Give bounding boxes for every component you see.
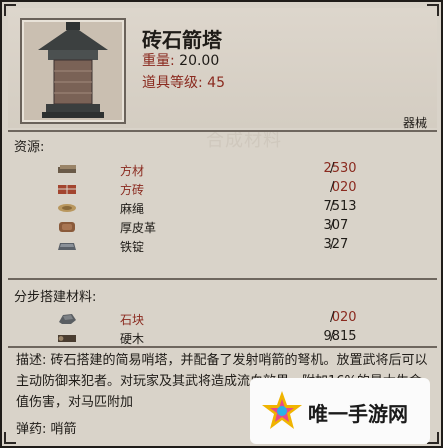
ammo-line: 弹药: 哨箭 — [16, 418, 77, 437]
watermark-badge: 唯一手游网 — [250, 378, 430, 444]
item-name: 砖石箭塔 — [142, 28, 222, 52]
timber-icon — [57, 162, 77, 176]
watchtower-icon — [24, 22, 122, 120]
level-label: 道具等级: — [142, 75, 203, 91]
resource-row: 方砖 0/20 — [2, 179, 443, 199]
iron-ingot-icon — [57, 238, 77, 252]
level-value: 45 — [207, 75, 225, 91]
section-divider — [8, 346, 437, 348]
resource-row: 方材 25/30 — [2, 160, 443, 180]
build-material-name: 硬木 — [120, 332, 145, 346]
build-material-need: 15 — [340, 329, 357, 344]
resource-separator: / — [330, 237, 335, 252]
leather-icon — [57, 219, 77, 233]
watermark-site-name: 唯一手游网 — [308, 402, 408, 426]
site-logo-icon — [262, 391, 302, 429]
resource-need: 13 — [340, 199, 357, 214]
description-label: 描述: — [16, 353, 47, 368]
resource-name: 方砖 — [120, 183, 145, 197]
resource-row: 麻绳 75/13 — [2, 198, 443, 218]
build-materials-title: 分步搭建材料: — [14, 290, 97, 305]
build-material-row: 硬木 98/15 — [2, 328, 443, 348]
resource-separator: / — [330, 161, 335, 176]
section-divider — [8, 130, 437, 132]
item-level: 道具等级: 45 — [142, 72, 225, 92]
ammo-label: 弹药: — [16, 422, 47, 437]
resources-title: 资源: — [14, 140, 45, 155]
build-material-need: 20 — [340, 310, 357, 325]
item-icon-frame — [20, 18, 126, 124]
resource-need: 7 — [340, 218, 349, 233]
weight-label: 重量: — [142, 53, 175, 69]
section-divider — [8, 278, 437, 280]
resource-row: 厚皮革 30/7 — [2, 217, 443, 237]
ammo-value: 哨箭 — [50, 422, 77, 437]
resource-need: 20 — [340, 180, 357, 195]
item-header: 砖石箭塔 重量: 20.00 道具等级: 45 合成材料 器械 — [8, 8, 437, 151]
resource-separator: / — [330, 218, 335, 233]
resource-name: 麻绳 — [120, 202, 145, 216]
resource-need: 30 — [340, 161, 357, 176]
resource-name: 铁锭 — [120, 240, 145, 254]
item-weight: 重量: 20.00 — [142, 50, 219, 70]
brick-icon — [57, 181, 77, 195]
build-material-row: 石块 0/20 — [2, 309, 443, 329]
build-material-name: 石块 — [120, 313, 145, 327]
stone-icon — [57, 311, 77, 325]
resource-row: 铁锭 32/7 — [2, 236, 443, 256]
hardwood-icon — [57, 330, 77, 344]
resource-name: 方材 — [120, 164, 145, 178]
resource-separator: / — [330, 199, 335, 214]
frame-corner — [4, 432, 16, 444]
item-tooltip-panel: 砖石箭塔 重量: 20.00 道具等级: 45 合成材料 器械 资源: 方材 25… — [0, 0, 443, 448]
build-material-separator: / — [330, 310, 335, 325]
item-category: 器械 — [402, 116, 427, 130]
build-material-separator: / — [330, 329, 335, 344]
weight-value: 20.00 — [179, 53, 220, 69]
resource-need: 7 — [340, 237, 349, 252]
rope-icon — [57, 200, 77, 214]
resource-name: 厚皮革 — [120, 221, 157, 235]
resource-separator: / — [330, 180, 335, 195]
